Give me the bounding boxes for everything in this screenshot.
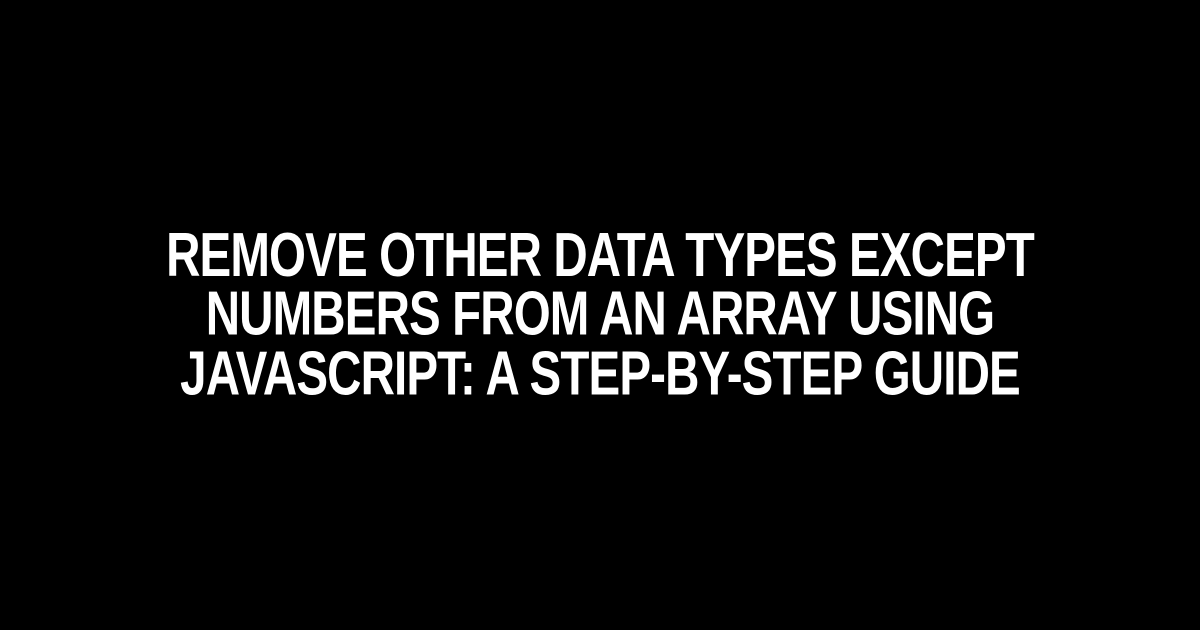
page-title: Remove Other Data Types Except Numbers f… — [116, 227, 1084, 404]
